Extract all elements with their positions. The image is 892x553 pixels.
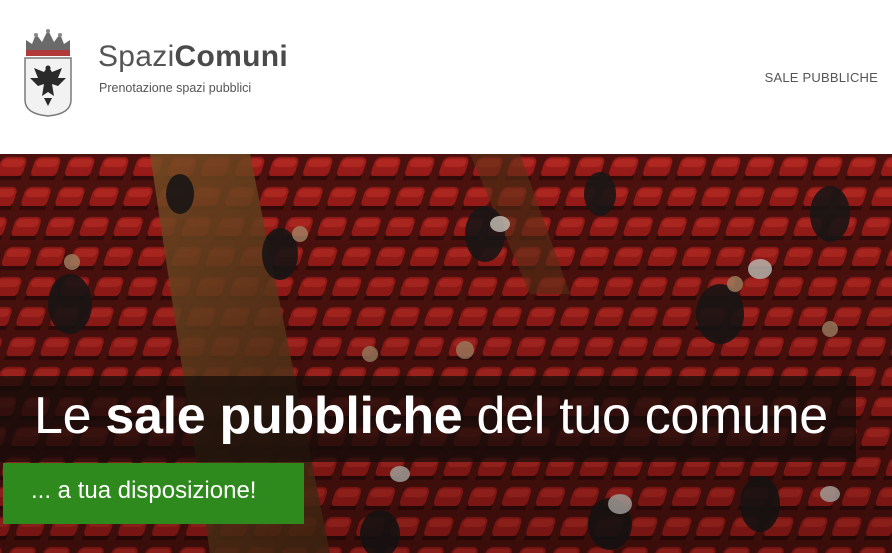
hero-title-part-2: del tuo comune — [462, 387, 829, 445]
hero-title-bold: sale pubbliche — [105, 387, 463, 445]
municipal-crest-icon — [24, 29, 72, 117]
brand-title-light: Spazi — [98, 40, 175, 73]
brand-title-bold: Comuni — [174, 40, 288, 73]
site-header: SpaziComuni Prenotazione spazi pubblici … — [0, 0, 892, 154]
hero-title-band: Le sale pubbliche del tuo comune — [0, 376, 856, 462]
hero-title: Le sale pubbliche del tuo comune — [34, 386, 828, 446]
home-logo-link[interactable]: SpaziComuni Prenotazione spazi pubblici — [20, 24, 320, 120]
hero-subtitle: ... a tua disposizione! — [31, 477, 257, 504]
hero-subtitle-band: ... a tua disposizione! — [3, 463, 304, 524]
hero-title-part-1: Le — [34, 387, 106, 445]
hero-banner: Le sale pubbliche del tuo comune ... a t… — [0, 154, 892, 553]
brand-title: SpaziComuni — [98, 40, 288, 74]
nav-item-sale-pubbliche[interactable]: SALE PUBBLICHE — [765, 70, 878, 85]
brand-subtitle: Prenotazione spazi pubblici — [99, 81, 252, 95]
